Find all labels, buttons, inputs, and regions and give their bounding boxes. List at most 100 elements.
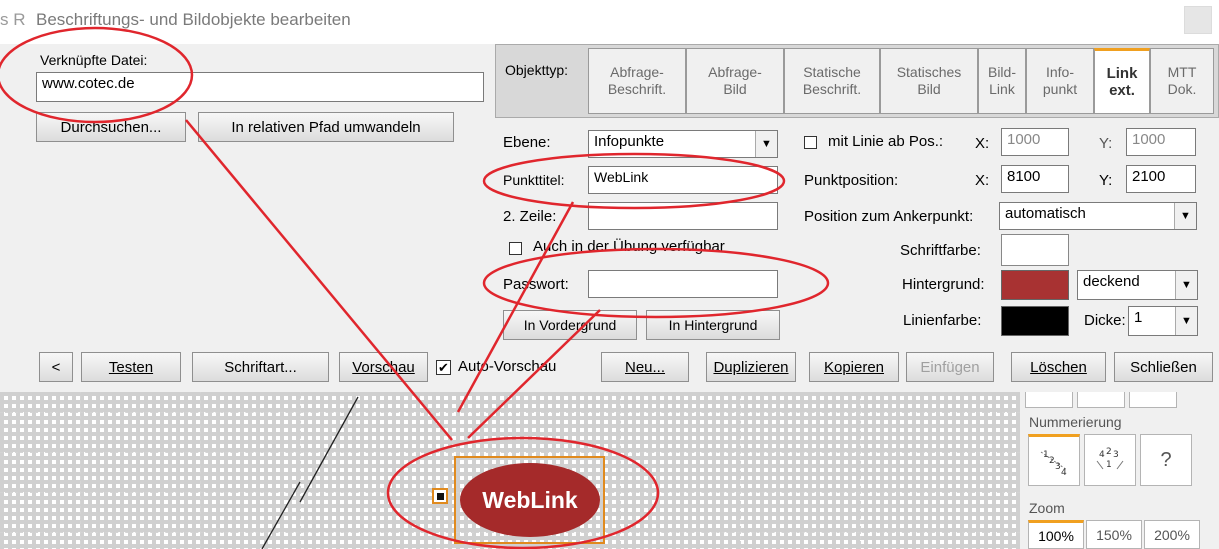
numbering-ascending-icon: 1 2 3 4 — [1040, 450, 1068, 478]
close-button[interactable] — [1184, 6, 1212, 34]
testen-button[interactable]: Testen — [81, 352, 181, 382]
numbering-icon[interactable]: 1 2 3 4 — [1028, 434, 1080, 486]
svg-text:1: 1 — [1106, 460, 1112, 470]
kopieren-button[interactable]: Kopieren — [809, 352, 899, 382]
tab-label: Bild- — [987, 64, 1016, 80]
window-title: Beschriftungs- und Bildobjekte bearbeite… — [36, 10, 351, 29]
vorschau-button[interactable]: Vorschau — [339, 352, 428, 382]
dicke-label: Dicke: — [1084, 312, 1126, 329]
zoom-100-button[interactable]: 100% — [1028, 520, 1084, 549]
hintergrund-label: Hintergrund: — [902, 276, 985, 293]
punkt-y-input[interactable]: 2100 — [1126, 165, 1196, 193]
svg-text:4: 4 — [1061, 468, 1067, 478]
tab-statisches-bild[interactable]: Statisches Bild — [880, 48, 978, 114]
panel-button[interactable] — [1077, 392, 1125, 408]
title-fragment: s R — [0, 10, 26, 29]
connector-line — [261, 481, 301, 549]
svg-text:1: 1 — [1043, 450, 1049, 460]
deckend-value: deckend — [1083, 273, 1140, 290]
schliessen-button[interactable]: Schließen — [1114, 352, 1213, 382]
passwort-input[interactable] — [588, 270, 778, 298]
help-button[interactable]: ? — [1140, 434, 1192, 486]
passwort-label: Passwort: — [503, 276, 569, 293]
background-button[interactable]: In Hintergrund — [646, 310, 780, 340]
tab-link-ext[interactable]: Link ext. — [1094, 48, 1150, 114]
foreground-button[interactable]: In Vordergrund — [503, 310, 637, 340]
svg-text:2: 2 — [1049, 456, 1055, 466]
numbering-rotated-icon: 4 2 3 1 — [1096, 447, 1124, 470]
relative-path-button[interactable]: In relativen Pfad umwandeln — [198, 112, 454, 142]
check-icon[interactable]: ✔ — [436, 360, 451, 375]
tab-statische-beschrift[interactable]: Statische Beschrift. — [784, 48, 880, 114]
linie-x-input[interactable]: 1000 — [1001, 128, 1069, 156]
tab-label: Beschrift. — [607, 81, 667, 97]
svg-text:4: 4 — [1099, 450, 1105, 460]
schriftfarbe-swatch[interactable] — [1001, 234, 1069, 266]
autovorschau-label: Auto-Vorschau — [458, 358, 557, 375]
zoom-label: Zoom — [1029, 500, 1065, 516]
tab-bild-link[interactable]: Bild- Link — [978, 48, 1026, 114]
tab-infopunkt[interactable]: Info-punkt — [1026, 48, 1094, 114]
tab-label: Statische — [803, 64, 861, 80]
file-input[interactable]: www.cotec.de — [36, 72, 484, 102]
tab-label: Link — [1106, 65, 1138, 82]
anker-value: automatisch — [1005, 205, 1086, 222]
zoom-150-button[interactable]: 150% — [1086, 520, 1142, 549]
einfuegen-button[interactable]: Einfügen — [906, 352, 994, 382]
file-label: Verknüpfte Datei: — [40, 52, 148, 68]
tab-label: ext. — [1109, 82, 1135, 99]
loeschen-button[interactable]: Löschen — [1011, 352, 1106, 382]
panel-button[interactable] — [1025, 392, 1073, 408]
duplizieren-button[interactable]: Duplizieren — [706, 352, 796, 382]
chevron-down-icon[interactable]: ▼ — [1174, 203, 1196, 229]
nummerierung-label: Nummerierung — [1029, 414, 1122, 430]
numbering-alt-icon[interactable]: 4 2 3 1 — [1084, 434, 1136, 486]
tab-label: Bild — [723, 81, 747, 97]
tab-label: MTT — [1167, 64, 1197, 80]
mit-linie-checkbox[interactable] — [804, 136, 817, 149]
punkt-x-input[interactable]: 8100 — [1001, 165, 1069, 193]
browse-button[interactable]: Durchsuchen... — [36, 112, 186, 142]
svg-text:3: 3 — [1055, 462, 1061, 472]
uebung-label: Auch in der Übung verfügbar — [533, 238, 725, 255]
ebene-label: Ebene: — [503, 134, 551, 151]
schriftart-button[interactable]: Schriftart... — [192, 352, 329, 382]
anchor-dot — [436, 492, 444, 500]
anker-select[interactable]: automatisch — [999, 202, 1197, 230]
punkttitel-input[interactable]: WebLink — [588, 166, 778, 194]
linienfarbe-swatch[interactable] — [1001, 306, 1069, 336]
linie-y-label: Y: — [1099, 135, 1113, 152]
chevron-down-icon[interactable]: ▼ — [755, 131, 777, 157]
tab-label: Dok. — [1167, 81, 1197, 97]
object-type-label: Objekttyp: — [505, 62, 569, 78]
svg-text:2: 2 — [1106, 447, 1112, 457]
chevron-down-icon[interactable]: ▼ — [1175, 307, 1197, 335]
linie-y-input[interactable]: 1000 — [1126, 128, 1196, 156]
schriftfarbe-label: Schriftfarbe: — [900, 242, 981, 259]
anchor-handle[interactable] — [432, 488, 448, 504]
tab-abfrage-beschrift[interactable]: Abfrage- Beschrift. — [588, 48, 686, 114]
back-button[interactable]: < — [39, 352, 73, 382]
panel-button[interactable] — [1129, 392, 1177, 408]
tab-abfrage-bild[interactable]: Abfrage- Bild — [686, 48, 784, 114]
ebene-select[interactable]: Infopunkte — [588, 130, 778, 158]
linie-x-label: X: — [975, 135, 990, 152]
neu-button[interactable]: Neu... — [601, 352, 689, 382]
hintergrund-swatch[interactable] — [1001, 270, 1069, 300]
chevron-down-icon[interactable]: ▼ — [1175, 271, 1197, 299]
tab-label: Beschrift. — [802, 81, 862, 97]
svg-text:3: 3 — [1113, 450, 1119, 460]
connector-line — [299, 396, 359, 503]
punkttitel-label: Punkttitel: — [503, 172, 565, 188]
punkt-x-label: X: — [975, 172, 990, 189]
anker-label: Position zum Ankerpunkt: — [804, 208, 974, 225]
zeile2-input[interactable] — [588, 202, 778, 230]
linienfarbe-label: Linienfarbe: — [903, 312, 982, 329]
mit-linie-label: mit Linie ab Pos.: — [828, 133, 944, 150]
tab-mtt-dok[interactable]: MTT Dok. — [1150, 48, 1214, 114]
weblink-infopoint[interactable]: WebLink — [460, 463, 600, 537]
tab-label: Abfrage- — [708, 64, 762, 80]
zoom-200-button[interactable]: 200% — [1144, 520, 1200, 549]
dicke-value: 1 — [1134, 309, 1143, 326]
uebung-checkbox[interactable] — [509, 242, 522, 255]
